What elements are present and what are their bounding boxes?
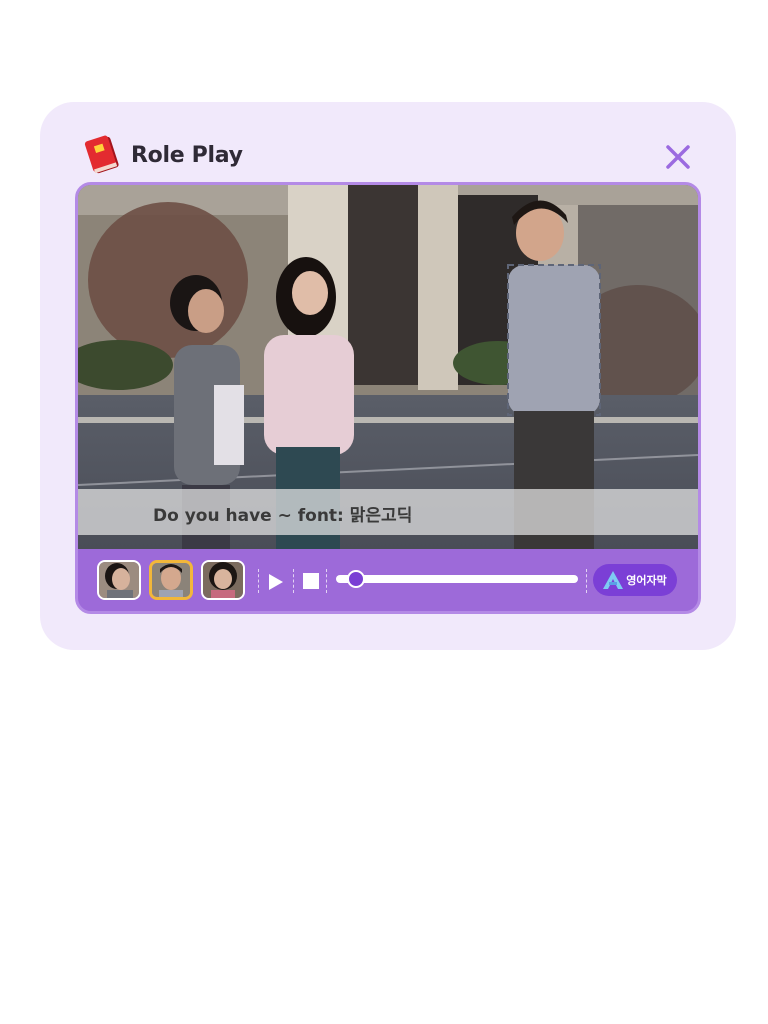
girl-ponytail-avatar — [99, 562, 139, 598]
separator — [293, 569, 294, 593]
character-avatar-2[interactable] — [149, 560, 193, 600]
title-row: Role Play — [83, 134, 243, 176]
man-avatar — [152, 563, 190, 597]
subtitle-bar: Do you have ~ font: 맑은고딕 — [78, 489, 698, 535]
video-player: Do you have ~ font: 맑은고딕 영어자막 — [75, 182, 701, 614]
close-button[interactable] — [664, 143, 692, 171]
close-icon — [666, 145, 690, 169]
girl-short-hair-avatar — [203, 562, 243, 598]
play-button[interactable] — [268, 573, 284, 591]
separator — [258, 569, 259, 593]
video-frame[interactable]: Do you have ~ font: 맑은고딕 — [78, 185, 698, 549]
book-icon — [84, 135, 119, 174]
progress-slider[interactable] — [336, 570, 578, 588]
progress-handle[interactable] — [347, 570, 366, 588]
separator — [586, 569, 587, 593]
character-avatar-1[interactable] — [97, 560, 141, 600]
english-subtitle-button[interactable]: 영어자막 — [593, 564, 677, 596]
separator — [326, 569, 327, 593]
player-controls: 영어자막 — [78, 549, 698, 611]
role-play-panel: Role Play Do you have ~ font: 맑은고딕 영어자막 — [40, 102, 736, 650]
subtitle-text: Do you have ~ font: 맑은고딕 — [153, 506, 413, 526]
play-icon — [269, 574, 283, 590]
stop-button[interactable] — [303, 573, 319, 589]
page-title: Role Play — [131, 142, 243, 168]
subtitle-button-label: 영어자막 — [626, 574, 667, 587]
letter-a-icon — [603, 571, 624, 589]
character-avatar-3[interactable] — [201, 560, 245, 600]
